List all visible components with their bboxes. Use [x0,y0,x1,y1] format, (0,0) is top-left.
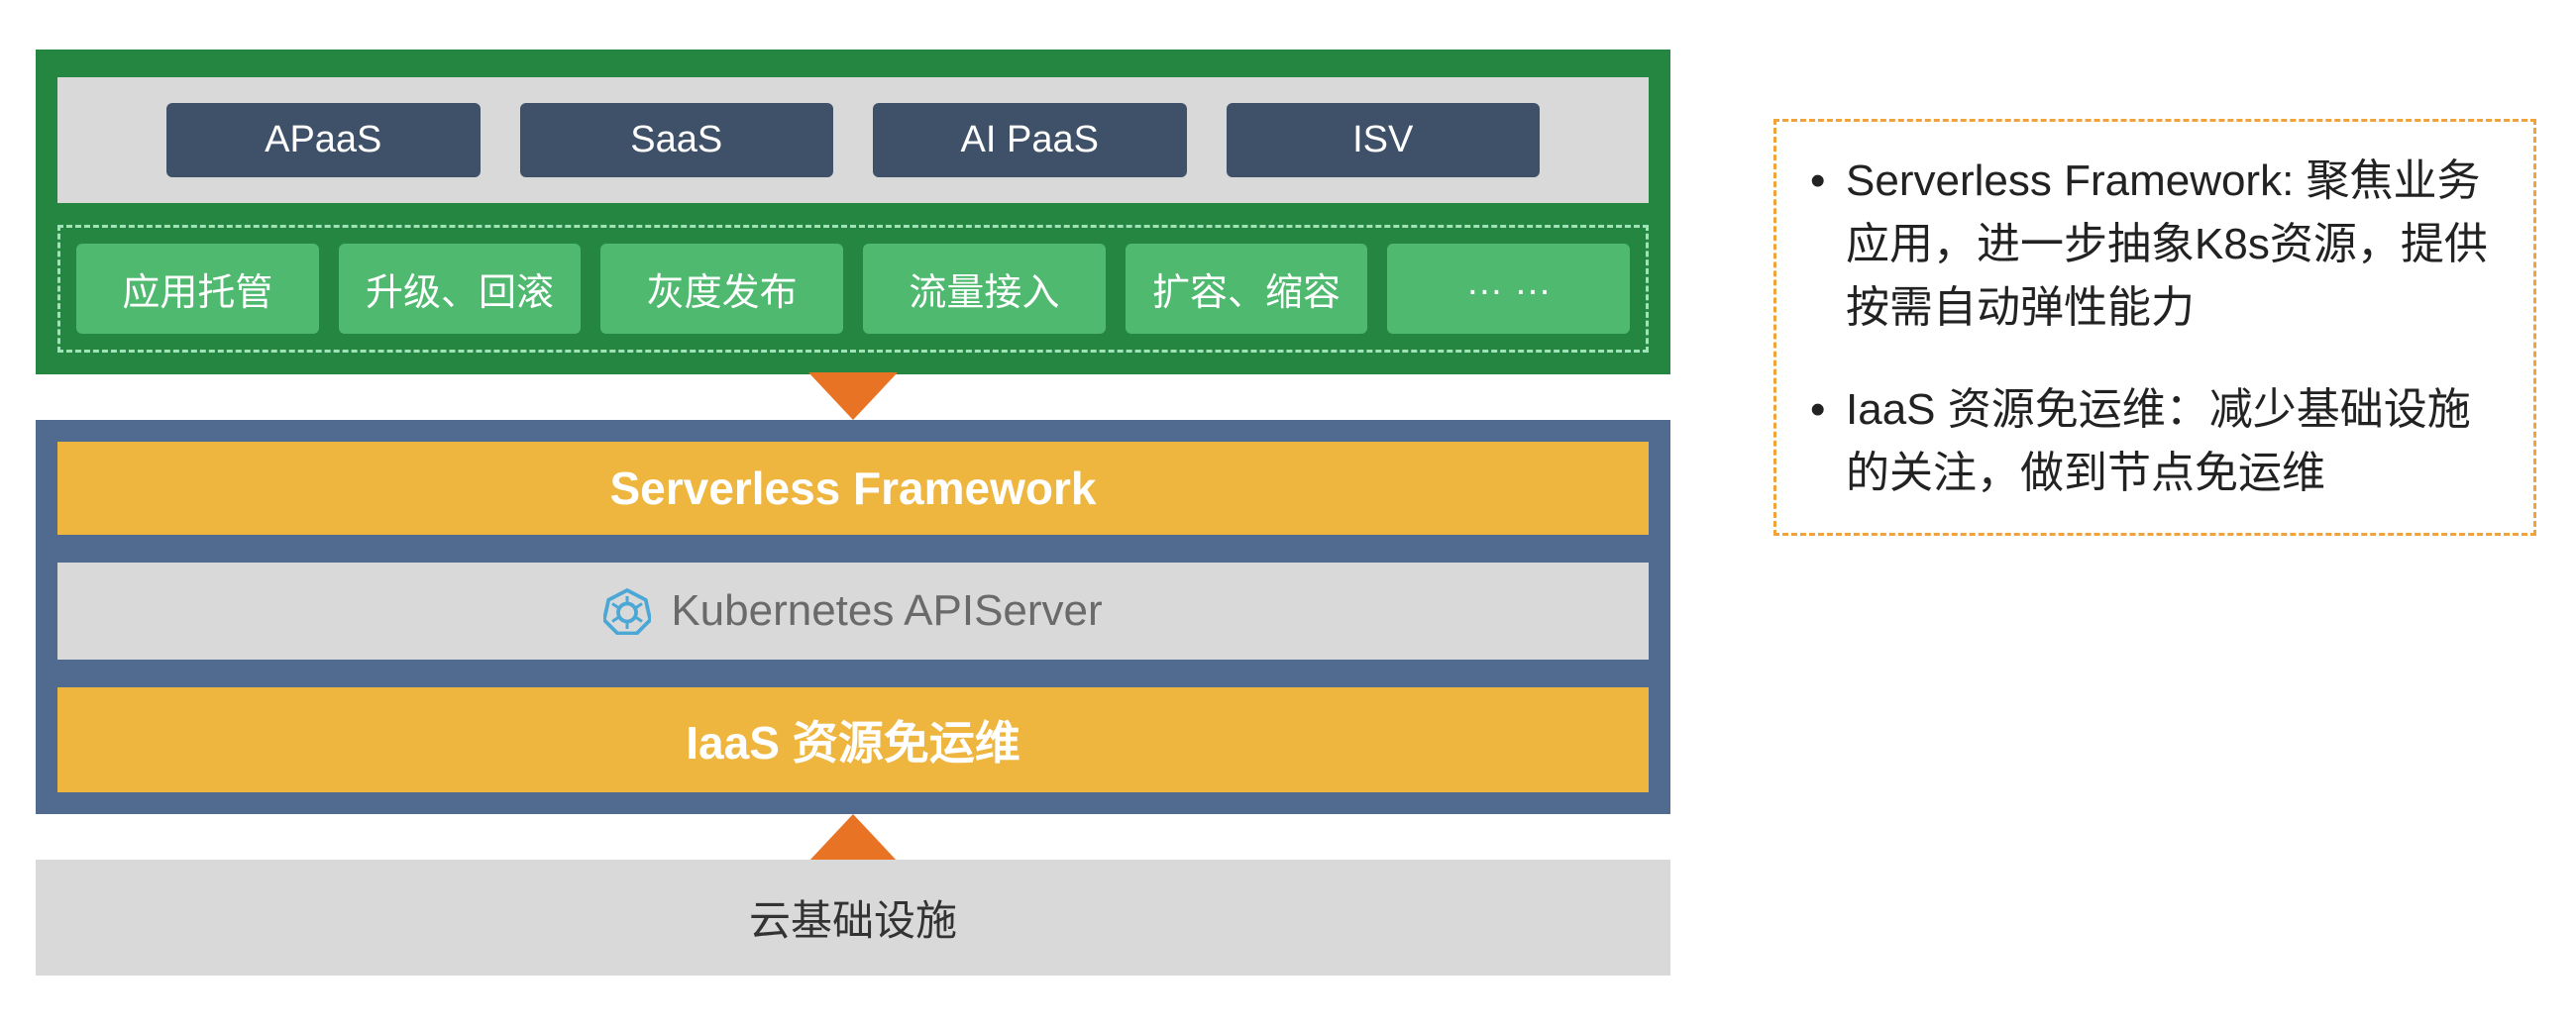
cap-more: … … [1387,244,1630,334]
application-layer: APaaS SaaS AI PaaS ISV 应用托管 升级、回滚 灰度发布 流… [36,50,1670,374]
platform-layer: Serverless Framework Kubernetes API [36,420,1670,814]
architecture-diagram: APaaS SaaS AI PaaS ISV 应用托管 升级、回滚 灰度发布 流… [36,50,1670,976]
kubernetes-apiserver-label: Kubernetes APIServer [671,586,1102,636]
product-apaas: APaaS [166,103,481,177]
cap-traffic: 流量接入 [863,244,1106,334]
arrow-up-icon [808,814,898,862]
kubernetes-apiserver-bar: Kubernetes APIServer [57,563,1649,660]
cap-hosting: 应用托管 [76,244,319,334]
kubernetes-icon [603,587,651,635]
desc-bullet-iaas: IaaS 资源免运维：减少基础设施的关注，做到节点免运维 [1806,378,2504,505]
serverless-framework-bar: Serverless Framework [57,442,1649,535]
description-box: Serverless Framework: 聚焦业务应用，进一步抽象K8s资源，… [1773,119,2536,536]
cloud-infrastructure-bar: 云基础设施 [36,860,1670,976]
cap-upgrade: 升级、回滚 [339,244,582,334]
product-row: APaaS SaaS AI PaaS ISV [57,77,1649,203]
cap-canary: 灰度发布 [600,244,843,334]
product-ai-paas: AI PaaS [873,103,1187,177]
product-isv: ISV [1227,103,1541,177]
arrow-down-icon [808,372,898,420]
product-saas: SaaS [520,103,834,177]
capability-row: 应用托管 升级、回滚 灰度发布 流量接入 扩容、缩容 … … [57,225,1649,353]
cap-scale: 扩容、缩容 [1126,244,1368,334]
iaas-bar: IaaS 资源免运维 [57,687,1649,792]
desc-bullet-serverless: Serverless Framework: 聚焦业务应用，进一步抽象K8s资源，… [1806,150,2504,339]
